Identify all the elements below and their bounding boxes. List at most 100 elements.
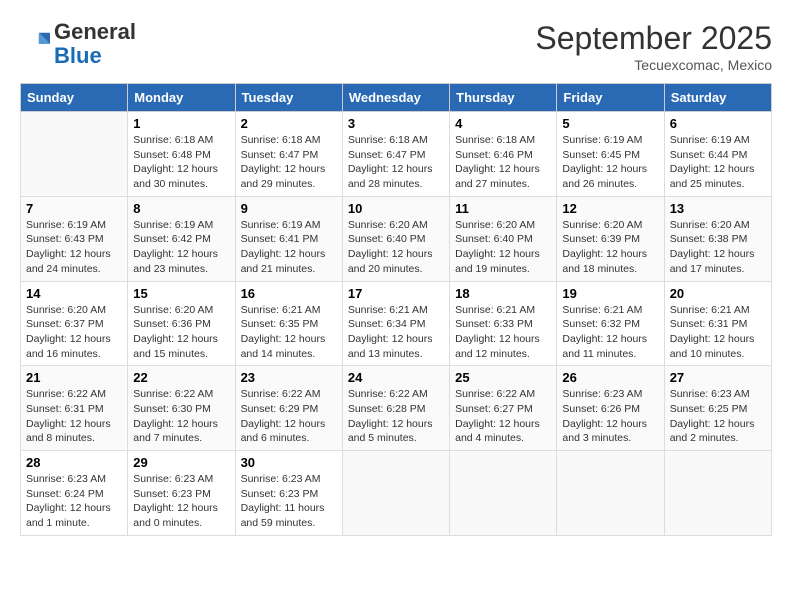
calendar-day-cell: 6 Sunrise: 6:19 AM Sunset: 6:44 PM Daylig… [664,112,771,197]
calendar-day-cell: 13 Sunrise: 6:20 AM Sunset: 6:38 PM Dayli… [664,196,771,281]
calendar-day-cell: 11 Sunrise: 6:20 AM Sunset: 6:40 PM Dayli… [450,196,557,281]
day-number: 14 [26,286,122,301]
day-number: 4 [455,116,551,131]
day-info: Sunrise: 6:20 AM Sunset: 6:40 PM Dayligh… [455,218,551,277]
day-number: 11 [455,201,551,216]
calendar-day-cell: 28Sunrise: 6:23 AM Sunset: 6:24 PM Dayli… [21,451,128,536]
day-info: Sunrise: 6:23 AM Sunset: 6:24 PM Dayligh… [26,472,122,531]
day-info: Sunrise: 6:20 AM Sunset: 6:40 PM Dayligh… [348,218,444,277]
calendar-day-cell: 17 Sunrise: 6:21 AM Sunset: 6:34 PM Dayli… [342,281,449,366]
day-number: 13 [670,201,766,216]
calendar-week-row: 14 Sunrise: 6:20 AM Sunset: 6:37 PM Dayli… [21,281,772,366]
page-header: General Blue September 2025 Tecuexcomac,… [20,20,772,73]
calendar-day-cell: 22 Sunrise: 6:22 AM Sunset: 6:30 PM Dayli… [128,366,235,451]
calendar-day-cell: 8 Sunrise: 6:19 AM Sunset: 6:42 PM Daylig… [128,196,235,281]
day-number: 29 [133,455,229,470]
day-info: Sunrise: 6:18 AM Sunset: 6:47 PM Dayligh… [241,133,337,192]
calendar-day-cell: 19 Sunrise: 6:21 AM Sunset: 6:32 PM Dayli… [557,281,664,366]
day-info: Sunrise: 6:22 AM Sunset: 6:27 PM Dayligh… [455,387,551,446]
calendar-day-cell: 1 Sunrise: 6:18 AM Sunset: 6:48 PM Daylig… [128,112,235,197]
day-info: Sunrise: 6:19 AM Sunset: 6:41 PM Dayligh… [241,218,337,277]
calendar-day-cell: 27Sunrise: 6:23 AM Sunset: 6:25 PM Dayli… [664,366,771,451]
day-number: 19 [562,286,658,301]
title-block: September 2025 Tecuexcomac, Mexico [535,20,772,73]
day-info: Sunrise: 6:20 AM Sunset: 6:39 PM Dayligh… [562,218,658,277]
calendar-day-cell: 9Sunrise: 6:19 AM Sunset: 6:41 PM Daylig… [235,196,342,281]
day-of-week-header: Friday [557,84,664,112]
day-number: 8 [133,201,229,216]
day-of-week-header: Sunday [21,84,128,112]
calendar-day-cell [664,451,771,536]
calendar-day-cell: 30Sunrise: 6:23 AM Sunset: 6:23 PM Dayli… [235,451,342,536]
day-info: Sunrise: 6:19 AM Sunset: 6:44 PM Dayligh… [670,133,766,192]
day-number: 15 [133,286,229,301]
day-info: Sunrise: 6:20 AM Sunset: 6:37 PM Dayligh… [26,303,122,362]
day-of-week-header: Wednesday [342,84,449,112]
day-info: Sunrise: 6:18 AM Sunset: 6:48 PM Dayligh… [133,133,229,192]
day-info: Sunrise: 6:21 AM Sunset: 6:32 PM Dayligh… [562,303,658,362]
day-info: Sunrise: 6:22 AM Sunset: 6:28 PM Dayligh… [348,387,444,446]
day-number: 12 [562,201,658,216]
logo-icon [20,29,50,59]
day-number: 5 [562,116,658,131]
calendar-day-cell: 12 Sunrise: 6:20 AM Sunset: 6:39 PM Dayli… [557,196,664,281]
day-info: Sunrise: 6:19 AM Sunset: 6:43 PM Dayligh… [26,218,122,277]
calendar-header-row: SundayMondayTuesdayWednesdayThursdayFrid… [21,84,772,112]
day-number: 2 [241,116,337,131]
calendar-day-cell: 25 Sunrise: 6:22 AM Sunset: 6:27 PM Dayli… [450,366,557,451]
calendar-day-cell [450,451,557,536]
calendar-week-row: 7Sunrise: 6:19 AM Sunset: 6:43 PM Daylig… [21,196,772,281]
day-info: Sunrise: 6:18 AM Sunset: 6:46 PM Dayligh… [455,133,551,192]
day-info: Sunrise: 6:22 AM Sunset: 6:29 PM Dayligh… [241,387,337,446]
day-info: Sunrise: 6:23 AM Sunset: 6:25 PM Dayligh… [670,387,766,446]
calendar-day-cell: 24 Sunrise: 6:22 AM Sunset: 6:28 PM Dayli… [342,366,449,451]
day-number: 25 [455,370,551,385]
day-info: Sunrise: 6:22 AM Sunset: 6:30 PM Dayligh… [133,387,229,446]
day-number: 20 [670,286,766,301]
day-info: Sunrise: 6:20 AM Sunset: 6:38 PM Dayligh… [670,218,766,277]
calendar-day-cell: 23 Sunrise: 6:22 AM Sunset: 6:29 PM Dayli… [235,366,342,451]
location-subtitle: Tecuexcomac, Mexico [535,57,772,73]
day-info: Sunrise: 6:19 AM Sunset: 6:45 PM Dayligh… [562,133,658,192]
logo-text: General Blue [54,20,136,68]
calendar-day-cell [557,451,664,536]
day-number: 24 [348,370,444,385]
day-number: 23 [241,370,337,385]
day-info: Sunrise: 6:20 AM Sunset: 6:36 PM Dayligh… [133,303,229,362]
day-number: 1 [133,116,229,131]
calendar-body: 1 Sunrise: 6:18 AM Sunset: 6:48 PM Daylig… [21,112,772,536]
logo: General Blue [20,20,136,68]
day-number: 18 [455,286,551,301]
calendar-week-row: 1 Sunrise: 6:18 AM Sunset: 6:48 PM Daylig… [21,112,772,197]
calendar-day-cell: 3Sunrise: 6:18 AM Sunset: 6:47 PM Daylig… [342,112,449,197]
day-info: Sunrise: 6:21 AM Sunset: 6:33 PM Dayligh… [455,303,551,362]
day-of-week-header: Thursday [450,84,557,112]
day-info: Sunrise: 6:21 AM Sunset: 6:35 PM Dayligh… [241,303,337,362]
day-info: Sunrise: 6:19 AM Sunset: 6:42 PM Dayligh… [133,218,229,277]
calendar-week-row: 21Sunrise: 6:22 AM Sunset: 6:31 PM Dayli… [21,366,772,451]
day-of-week-header: Saturday [664,84,771,112]
day-info: Sunrise: 6:23 AM Sunset: 6:23 PM Dayligh… [133,472,229,531]
day-number: 6 [670,116,766,131]
calendar-day-cell: 2 Sunrise: 6:18 AM Sunset: 6:47 PM Daylig… [235,112,342,197]
day-number: 26 [562,370,658,385]
calendar-day-cell: 4 Sunrise: 6:18 AM Sunset: 6:46 PM Daylig… [450,112,557,197]
calendar-table: SundayMondayTuesdayWednesdayThursdayFrid… [20,83,772,536]
day-info: Sunrise: 6:21 AM Sunset: 6:31 PM Dayligh… [670,303,766,362]
calendar-day-cell: 15 Sunrise: 6:20 AM Sunset: 6:36 PM Dayli… [128,281,235,366]
day-number: 17 [348,286,444,301]
calendar-day-cell: 18 Sunrise: 6:21 AM Sunset: 6:33 PM Dayli… [450,281,557,366]
calendar-day-cell: 7Sunrise: 6:19 AM Sunset: 6:43 PM Daylig… [21,196,128,281]
calendar-day-cell: 16 Sunrise: 6:21 AM Sunset: 6:35 PM Dayli… [235,281,342,366]
calendar-day-cell: 21Sunrise: 6:22 AM Sunset: 6:31 PM Dayli… [21,366,128,451]
day-number: 16 [241,286,337,301]
day-info: Sunrise: 6:21 AM Sunset: 6:34 PM Dayligh… [348,303,444,362]
calendar-day-cell: 26Sunrise: 6:23 AM Sunset: 6:26 PM Dayli… [557,366,664,451]
day-number: 21 [26,370,122,385]
calendar-day-cell [21,112,128,197]
calendar-day-cell: 10Sunrise: 6:20 AM Sunset: 6:40 PM Dayli… [342,196,449,281]
calendar-day-cell: 20 Sunrise: 6:21 AM Sunset: 6:31 PM Dayli… [664,281,771,366]
month-title: September 2025 [535,20,772,57]
day-of-week-header: Monday [128,84,235,112]
day-number: 22 [133,370,229,385]
